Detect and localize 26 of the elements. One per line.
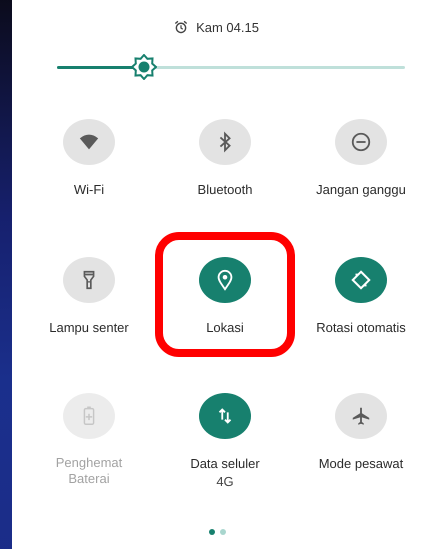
toggle-tile-button[interactable] [335, 393, 387, 439]
tile-label: Lampu senter [49, 320, 129, 335]
airplane-icon [350, 405, 372, 427]
alarm-clock-icon [174, 20, 188, 34]
tile-label: Mode pesawat [318, 456, 404, 471]
tile-label: Wi-Fi [74, 182, 104, 197]
tile-subtitle: 4G [216, 474, 234, 489]
toggle-tile-button[interactable] [199, 393, 251, 439]
toggle-tile-button[interactable] [335, 257, 387, 303]
toggle-tile-button[interactable] [335, 119, 387, 165]
alarm-time: Kam 04.15 [196, 20, 259, 34]
brightness-thumb-icon[interactable] [131, 54, 157, 80]
toggle-tile-button[interactable] [63, 257, 115, 303]
toggle-tile-button[interactable] [63, 119, 115, 165]
toggle-tile-button[interactable] [199, 257, 251, 303]
tile-label: Lokasi [206, 320, 244, 335]
tile-label: Jangan ganggu [316, 182, 406, 197]
tile-label: Penghemat Baterai [54, 455, 124, 487]
tile-label: Data seluler [190, 456, 260, 471]
toggle-tile-button[interactable] [199, 119, 251, 165]
page-dot[interactable] [220, 529, 226, 535]
brightness-slider[interactable] [57, 57, 405, 77]
tile-label: Bluetooth [198, 182, 252, 197]
tile-label: Rotasi otomatis [316, 320, 406, 335]
page-dot[interactable] [209, 529, 215, 535]
minus-circle-icon [350, 131, 372, 153]
